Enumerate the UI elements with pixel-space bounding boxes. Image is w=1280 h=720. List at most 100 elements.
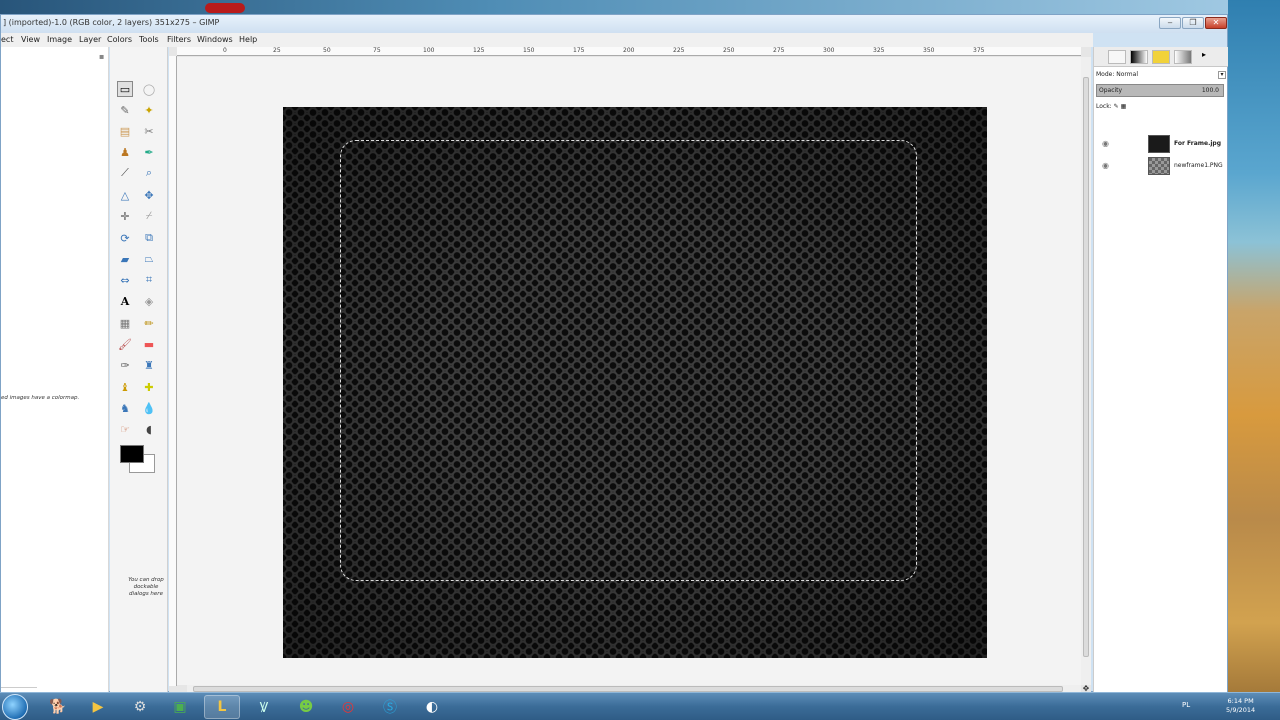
ruler-tick: 375 [973, 47, 985, 54]
system-clock[interactable]: 6:14 PM 5/9/2014 [1226, 697, 1255, 715]
panel-close-icon[interactable]: ▪ [99, 52, 104, 61]
align-tool-icon[interactable]: ✛ [117, 208, 133, 224]
scale-tool-icon[interactable]: ⧉ [141, 230, 157, 246]
tab-channels-icon[interactable] [1130, 50, 1148, 64]
select-by-color-tool-icon[interactable]: ▤ [117, 123, 133, 139]
move-tool-icon[interactable]: ✥ [141, 187, 157, 203]
gimp-taskbar-icon[interactable]: 🐕 [40, 695, 76, 719]
ventrilo-taskbar-icon[interactable]: Ꝟ [246, 695, 282, 719]
steam-taskbar-icon[interactable]: ⚙ [122, 695, 158, 719]
bucket-fill-tool-icon[interactable]: ◈ [141, 293, 157, 309]
vertical-ruler[interactable] [169, 56, 177, 686]
image-canvas[interactable] [283, 107, 987, 658]
chrome-taskbar-icon[interactable]: ◎ [330, 695, 366, 719]
rect-select-tool-icon[interactable]: ▭ [117, 81, 133, 97]
menu-select[interactable]: ect [1, 35, 13, 44]
heal-tool-icon[interactable]: ✚ [141, 379, 157, 395]
maximize-button[interactable]: ❐ [1182, 17, 1204, 29]
zoom-tool-icon[interactable]: ⌕ [141, 165, 157, 181]
pencil-tool-icon[interactable]: ✏ [141, 315, 157, 331]
tab-paths-icon[interactable] [1152, 50, 1170, 64]
colormap-message: ed images have a colormap. [1, 395, 80, 401]
eraser-tool-icon[interactable]: ▬ [141, 336, 157, 352]
blend-tool-icon[interactable]: ▦ [117, 315, 133, 331]
green-app-taskbar-icon[interactable]: ▣ [162, 695, 198, 719]
image-window: 0 25 50 75 100 125 150 175 200 225 250 2… [169, 47, 1091, 693]
ellipse-select-tool-icon[interactable]: ◯ [141, 81, 157, 97]
rounded-selection-marquee[interactable] [340, 140, 917, 581]
rotate-tool-icon[interactable]: ⟳ [117, 230, 133, 246]
league-taskbar-icon[interactable]: L [204, 695, 240, 719]
ruler-tick: 125 [473, 47, 485, 54]
fuzzy-select-tool-icon[interactable]: ✦ [141, 102, 157, 118]
menu-windows[interactable]: Windows [197, 35, 233, 44]
close-button[interactable]: ✕ [1205, 17, 1227, 29]
crop-tool-icon[interactable]: ⌿ [141, 208, 157, 224]
menu-layer[interactable]: Layer [79, 35, 101, 44]
tab-scroll-right-icon[interactable]: ▸ [1202, 50, 1212, 64]
menu-image[interactable]: Image [47, 35, 72, 44]
tab-layers-icon[interactable] [1108, 50, 1126, 64]
ruler-tick: 350 [923, 47, 935, 54]
skype-taskbar-icon[interactable]: Ⓢ [372, 695, 408, 719]
color-picker-tool-icon[interactable]: ⟋ [117, 165, 133, 181]
opacity-label: Opacity [1099, 87, 1123, 94]
perspective-tool-icon[interactable]: ⏢ [141, 251, 157, 267]
text-tool-icon[interactable]: A [117, 293, 133, 309]
game-taskbar-icon[interactable]: ☻ [288, 695, 324, 719]
ruler-tick: 50 [323, 47, 331, 54]
clock-time: 6:14 PM [1227, 697, 1254, 705]
ink-tool-icon[interactable]: ♜ [141, 357, 157, 373]
layer-row[interactable]: ◉ For Frame.jpg [1094, 133, 1228, 155]
measure-tool-icon[interactable]: △ [117, 187, 133, 203]
layer-row[interactable]: ◉ newframe1.PNG [1094, 155, 1228, 177]
cage-transform-tool-icon[interactable]: ⌗ [141, 272, 157, 288]
media-player-taskbar-icon[interactable]: ▶ [80, 695, 116, 719]
eye-icon[interactable]: ◉ [1102, 139, 1109, 148]
menu-help[interactable]: Help [239, 35, 257, 44]
foreground-color-swatch[interactable] [120, 445, 144, 463]
layer-mode-select[interactable]: Mode: Normal ▾ [1094, 68, 1228, 82]
eye-icon[interactable]: ◉ [1102, 161, 1109, 170]
mode-label: Mode: Normal [1096, 71, 1138, 78]
language-indicator[interactable]: PL [1182, 701, 1190, 709]
flip-tool-icon[interactable]: ⇔ [117, 272, 133, 288]
chevron-down-icon[interactable]: ▾ [1218, 71, 1226, 79]
menu-filters[interactable]: Filters [167, 35, 191, 44]
shear-tool-icon[interactable]: ▰ [117, 251, 133, 267]
ruler-tick: 325 [873, 47, 885, 54]
menu-colors[interactable]: Colors [107, 35, 132, 44]
scrollbar-thumb[interactable] [1083, 77, 1089, 657]
tab-gradients-icon[interactable] [1174, 50, 1192, 64]
vertical-scrollbar[interactable] [1081, 57, 1091, 685]
lock-pixels-icon[interactable]: ✎ [1114, 103, 1121, 110]
perspective-clone-tool-icon[interactable]: ♞ [117, 400, 133, 416]
airbrush-tool-icon[interactable]: ✑ [117, 357, 133, 373]
toolbox: ▭ ◯ ✎ ✦ ▤ ✂ ♟ ✒ ⟋ ⌕ △ ✥ ✛ ⌿ ⟳ ⧉ ▰ ⏢ ⇔ ⌗ … [110, 47, 168, 693]
canvas-area[interactable] [177, 57, 1081, 685]
ruler-tick: 200 [623, 47, 635, 54]
minimize-button[interactable]: ‒ [1159, 17, 1181, 29]
clone-tool-icon[interactable]: ♝ [117, 379, 133, 395]
opacity-slider[interactable]: Opacity 100.0 [1096, 84, 1224, 97]
foreground-select-tool-icon[interactable]: ♟ [117, 144, 133, 160]
desktop-background-right [1228, 0, 1280, 692]
lock-alpha-icon[interactable]: ▦ [1121, 103, 1127, 110]
menu-view[interactable]: View [21, 35, 40, 44]
layer-thumbnail [1148, 157, 1170, 175]
start-button[interactable] [2, 694, 28, 720]
horizontal-ruler[interactable]: 0 25 50 75 100 125 150 175 200 225 250 2… [177, 47, 1081, 56]
dodge-burn-tool-icon[interactable]: ◖ [141, 421, 157, 437]
blur-tool-icon[interactable]: 💧 [141, 400, 157, 416]
menu-tools[interactable]: Tools [139, 35, 159, 44]
free-select-tool-icon[interactable]: ✎ [117, 102, 133, 118]
layer-name: For Frame.jpg [1174, 140, 1221, 147]
title-bar[interactable]: ] (imported)-1.0 (RGB color, 2 layers) 3… [1, 15, 1227, 33]
clock-date: 5/9/2014 [1226, 706, 1256, 714]
ruler-tick: 225 [673, 47, 685, 54]
paths-tool-icon[interactable]: ✒ [141, 144, 157, 160]
obs-taskbar-icon[interactable]: ◐ [414, 695, 450, 719]
scissors-tool-icon[interactable]: ✂ [141, 123, 157, 139]
smudge-tool-icon[interactable]: ☞ [117, 421, 133, 437]
paintbrush-tool-icon[interactable]: 🖌 [117, 336, 133, 352]
